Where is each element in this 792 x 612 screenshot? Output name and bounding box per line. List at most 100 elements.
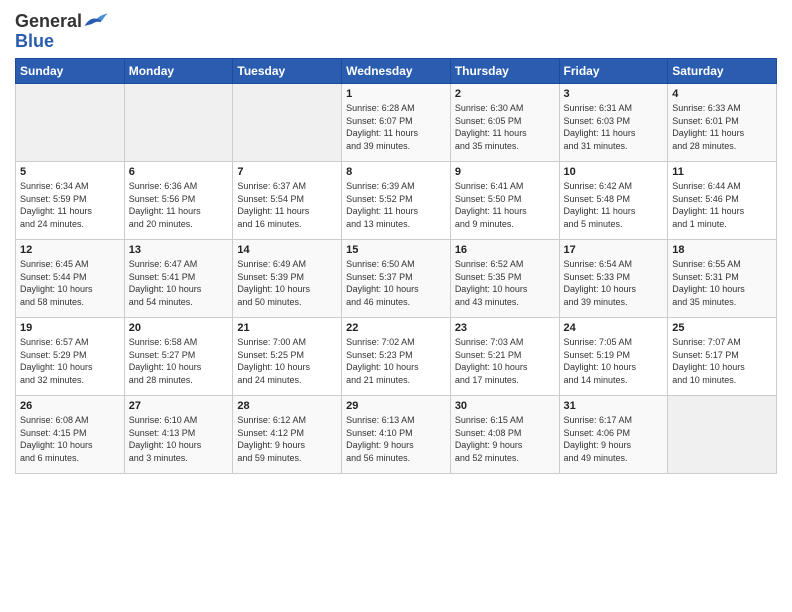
day-info: Sunrise: 6:34 AM Sunset: 5:59 PM Dayligh… (20, 180, 120, 230)
day-number: 15 (346, 244, 446, 256)
day-info: Sunrise: 6:49 AM Sunset: 5:39 PM Dayligh… (237, 258, 337, 308)
day-number: 25 (672, 322, 772, 334)
day-number: 18 (672, 244, 772, 256)
day-info: Sunrise: 6:33 AM Sunset: 6:01 PM Dayligh… (672, 102, 772, 152)
calendar-cell: 11 Sunrise: 6:44 AM Sunset: 5:46 PM Dayli… (668, 162, 777, 240)
calendar-cell (16, 84, 125, 162)
day-number: 30 (455, 400, 555, 412)
day-info: Sunrise: 6:13 AM Sunset: 4:10 PM Dayligh… (346, 414, 446, 464)
day-info: Sunrise: 6:31 AM Sunset: 6:03 PM Dayligh… (564, 102, 664, 152)
calendar-table: SundayMondayTuesdayWednesdayThursdayFrid… (15, 58, 777, 474)
calendar-cell (668, 396, 777, 474)
day-info: Sunrise: 6:39 AM Sunset: 5:52 PM Dayligh… (346, 180, 446, 230)
header-day-monday: Monday (124, 59, 233, 84)
calendar-cell: 17 Sunrise: 6:54 AM Sunset: 5:33 PM Dayli… (559, 240, 668, 318)
calendar-body: 1 Sunrise: 6:28 AM Sunset: 6:07 PM Daylig… (16, 84, 777, 474)
day-info: Sunrise: 6:52 AM Sunset: 5:35 PM Dayligh… (455, 258, 555, 308)
day-info: Sunrise: 7:00 AM Sunset: 5:25 PM Dayligh… (237, 336, 337, 386)
header-day-saturday: Saturday (668, 59, 777, 84)
day-info: Sunrise: 6:10 AM Sunset: 4:13 PM Dayligh… (129, 414, 229, 464)
day-info: Sunrise: 6:41 AM Sunset: 5:50 PM Dayligh… (455, 180, 555, 230)
calendar-cell: 9Sunrise: 6:41 AM Sunset: 5:50 PM Daylig… (450, 162, 559, 240)
header-day-tuesday: Tuesday (233, 59, 342, 84)
calendar-cell: 5 Sunrise: 6:34 AM Sunset: 5:59 PM Daylig… (16, 162, 125, 240)
day-number: 19 (20, 322, 120, 334)
day-number: 11 (672, 166, 772, 178)
calendar-cell: 23 Sunrise: 7:03 AM Sunset: 5:21 PM Dayli… (450, 318, 559, 396)
day-number: 10 (564, 166, 664, 178)
day-info: Sunrise: 6:30 AM Sunset: 6:05 PM Dayligh… (455, 102, 555, 152)
day-number: 12 (20, 244, 120, 256)
day-info: Sunrise: 6:54 AM Sunset: 5:33 PM Dayligh… (564, 258, 664, 308)
day-number: 14 (237, 244, 337, 256)
day-info: Sunrise: 7:03 AM Sunset: 5:21 PM Dayligh… (455, 336, 555, 386)
day-number: 27 (129, 400, 229, 412)
header-day-thursday: Thursday (450, 59, 559, 84)
day-number: 29 (346, 400, 446, 412)
calendar-week-1: 1 Sunrise: 6:28 AM Sunset: 6:07 PM Daylig… (16, 84, 777, 162)
day-number: 22 (346, 322, 446, 334)
calendar-cell: 24 Sunrise: 7:05 AM Sunset: 5:19 PM Dayli… (559, 318, 668, 396)
day-number: 28 (237, 400, 337, 412)
calendar-cell: 13 Sunrise: 6:47 AM Sunset: 5:41 PM Dayli… (124, 240, 233, 318)
day-number: 7 (237, 166, 337, 178)
day-number: 5 (20, 166, 120, 178)
calendar-cell: 10 Sunrise: 6:42 AM Sunset: 5:48 PM Dayli… (559, 162, 668, 240)
calendar-cell: 22 Sunrise: 7:02 AM Sunset: 5:23 PM Dayli… (342, 318, 451, 396)
day-info: Sunrise: 7:02 AM Sunset: 5:23 PM Dayligh… (346, 336, 446, 386)
calendar-week-5: 26 Sunrise: 6:08 AM Sunset: 4:15 PM Dayli… (16, 396, 777, 474)
header-day-sunday: Sunday (16, 59, 125, 84)
day-number: 20 (129, 322, 229, 334)
day-number: 3 (564, 88, 664, 100)
calendar-cell (233, 84, 342, 162)
calendar-cell: 30Sunrise: 6:15 AM Sunset: 4:08 PM Dayli… (450, 396, 559, 474)
day-info: Sunrise: 6:17 AM Sunset: 4:06 PM Dayligh… (564, 414, 664, 464)
calendar-week-2: 5 Sunrise: 6:34 AM Sunset: 5:59 PM Daylig… (16, 162, 777, 240)
header-day-wednesday: Wednesday (342, 59, 451, 84)
calendar-cell (124, 84, 233, 162)
day-number: 23 (455, 322, 555, 334)
day-number: 17 (564, 244, 664, 256)
day-info: Sunrise: 6:45 AM Sunset: 5:44 PM Dayligh… (20, 258, 120, 308)
day-info: Sunrise: 6:47 AM Sunset: 5:41 PM Dayligh… (129, 258, 229, 308)
calendar-cell: 20 Sunrise: 6:58 AM Sunset: 5:27 PM Dayli… (124, 318, 233, 396)
day-number: 8 (346, 166, 446, 178)
day-number: 2 (455, 88, 555, 100)
day-info: Sunrise: 6:58 AM Sunset: 5:27 PM Dayligh… (129, 336, 229, 386)
calendar-cell: 31 Sunrise: 6:17 AM Sunset: 4:06 PM Dayli… (559, 396, 668, 474)
calendar-cell: 21 Sunrise: 7:00 AM Sunset: 5:25 PM Dayli… (233, 318, 342, 396)
calendar-cell: 15 Sunrise: 6:50 AM Sunset: 5:37 PM Dayli… (342, 240, 451, 318)
calendar-cell: 12 Sunrise: 6:45 AM Sunset: 5:44 PM Dayli… (16, 240, 125, 318)
day-number: 26 (20, 400, 120, 412)
calendar-cell: 16Sunrise: 6:52 AM Sunset: 5:35 PM Dayli… (450, 240, 559, 318)
day-info: Sunrise: 6:50 AM Sunset: 5:37 PM Dayligh… (346, 258, 446, 308)
header-day-friday: Friday (559, 59, 668, 84)
calendar-cell: 8 Sunrise: 6:39 AM Sunset: 5:52 PM Daylig… (342, 162, 451, 240)
day-number: 24 (564, 322, 664, 334)
day-number: 13 (129, 244, 229, 256)
calendar-cell: 1 Sunrise: 6:28 AM Sunset: 6:07 PM Daylig… (342, 84, 451, 162)
day-info: Sunrise: 6:42 AM Sunset: 5:48 PM Dayligh… (564, 180, 664, 230)
day-info: Sunrise: 6:44 AM Sunset: 5:46 PM Dayligh… (672, 180, 772, 230)
calendar-week-3: 12 Sunrise: 6:45 AM Sunset: 5:44 PM Dayli… (16, 240, 777, 318)
day-number: 4 (672, 88, 772, 100)
day-info: Sunrise: 6:55 AM Sunset: 5:31 PM Dayligh… (672, 258, 772, 308)
day-info: Sunrise: 6:12 AM Sunset: 4:12 PM Dayligh… (237, 414, 337, 464)
day-number: 21 (237, 322, 337, 334)
calendar-cell: 2 Sunrise: 6:30 AM Sunset: 6:05 PM Daylig… (450, 84, 559, 162)
calendar-cell: 25Sunrise: 7:07 AM Sunset: 5:17 PM Dayli… (668, 318, 777, 396)
calendar-container: GeneralBlue SundayMondayTuesdayWednesday… (0, 0, 792, 484)
day-number: 31 (564, 400, 664, 412)
calendar-cell: 27 Sunrise: 6:10 AM Sunset: 4:13 PM Dayli… (124, 396, 233, 474)
calendar-cell: 3 Sunrise: 6:31 AM Sunset: 6:03 PM Daylig… (559, 84, 668, 162)
header-area: GeneralBlue (15, 10, 777, 50)
day-info: Sunrise: 7:05 AM Sunset: 5:19 PM Dayligh… (564, 336, 664, 386)
calendar-cell: 18 Sunrise: 6:55 AM Sunset: 5:31 PM Dayli… (668, 240, 777, 318)
calendar-cell: 19Sunrise: 6:57 AM Sunset: 5:29 PM Dayli… (16, 318, 125, 396)
day-info: Sunrise: 6:36 AM Sunset: 5:56 PM Dayligh… (129, 180, 229, 230)
day-number: 1 (346, 88, 446, 100)
day-info: Sunrise: 6:28 AM Sunset: 6:07 PM Dayligh… (346, 102, 446, 152)
logo-text-general: General (15, 12, 82, 30)
day-info: Sunrise: 6:08 AM Sunset: 4:15 PM Dayligh… (20, 414, 120, 464)
calendar-cell: 26 Sunrise: 6:08 AM Sunset: 4:15 PM Dayli… (16, 396, 125, 474)
